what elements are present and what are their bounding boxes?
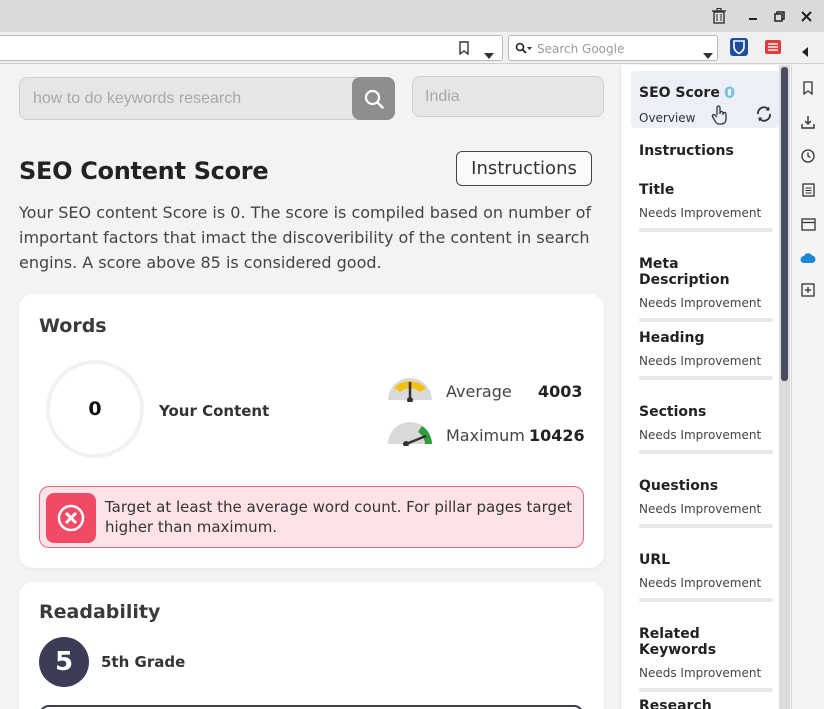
restore-icon[interactable]	[768, 5, 790, 27]
location-input[interactable]: India	[412, 76, 604, 117]
browser-sidebar	[791, 65, 824, 709]
side-item-heading[interactable]: Heading Needs Improvement	[639, 330, 773, 380]
bookmark-star-icon[interactable]	[458, 40, 470, 59]
side-item-status: Needs Improvement	[639, 354, 762, 368]
url-bar[interactable]	[0, 35, 503, 61]
maximum-gauge-icon	[388, 422, 432, 446]
average-value: 4003	[538, 382, 583, 401]
side-item-progress	[639, 228, 773, 232]
extension-icon[interactable]	[764, 38, 782, 56]
side-item-research[interactable]: Research	[639, 698, 773, 709]
cloud-icon[interactable]	[800, 250, 816, 266]
side-instructions-link[interactable]: Instructions	[639, 143, 734, 159]
grade-label: 5th Grade	[101, 653, 186, 671]
readability-card-title: Readability	[39, 601, 161, 623]
keyword-input[interactable]: how to do keywords research	[19, 77, 395, 120]
bookmarks-icon[interactable]	[800, 80, 816, 96]
page-title: SEO Content Score	[19, 157, 269, 185]
side-item-label: Related Keywords	[639, 626, 717, 658]
side-item-progress	[639, 450, 773, 454]
alert-text: Target at least the average word count. …	[105, 498, 573, 536]
side-panel-scrollbar[interactable]	[779, 65, 790, 709]
side-item-label: Questions	[639, 478, 719, 494]
trash-icon[interactable]	[708, 5, 730, 27]
readability-card: Readability 5 5th Grade	[19, 582, 604, 709]
words-card-title: Words	[39, 315, 107, 337]
main-content: how to do keywords research India SEO Co…	[0, 65, 620, 709]
side-item-related-keywords[interactable]: Related Keywords Needs Improvement	[639, 626, 773, 692]
refresh-icon[interactable]	[755, 105, 773, 127]
side-item-label: Title	[639, 182, 675, 198]
side-item-status: Needs Improvement	[639, 428, 762, 442]
search-icon	[364, 89, 384, 109]
overview-link[interactable]: Overview	[639, 111, 696, 125]
side-item-url[interactable]: URL Needs Improvement	[639, 552, 773, 602]
side-item-status: Needs Improvement	[639, 666, 762, 680]
reading-list-icon[interactable]	[800, 182, 816, 198]
word-count-ring: 0	[46, 360, 144, 458]
score-description: Your SEO content Score is 0. The score i…	[19, 203, 592, 272]
password-manager-icon[interactable]	[730, 38, 748, 56]
side-item-label: Heading	[639, 330, 705, 346]
side-item-meta-description[interactable]: Meta Description Needs Improvement	[639, 256, 773, 322]
grade-badge: 5	[39, 637, 89, 687]
search-dropdown-icon[interactable]	[703, 44, 713, 63]
tabs-panel-icon[interactable]	[800, 216, 816, 232]
close-icon[interactable]	[795, 5, 817, 27]
location-input-placeholder: India	[425, 88, 460, 105]
readability-bar	[39, 705, 584, 709]
words-card: Words 0 Your Content Average 4003 Maximu…	[19, 294, 604, 568]
side-item-label: Research	[639, 698, 712, 709]
maximum-value: 10426	[529, 426, 585, 445]
side-item-progress	[639, 376, 773, 380]
side-item-progress	[639, 524, 773, 528]
add-panel-icon[interactable]	[800, 282, 816, 298]
pointer-hand-icon	[711, 105, 729, 129]
side-item-sections[interactable]: Sections Needs Improvement	[639, 404, 773, 454]
side-item-label: Meta Description	[639, 256, 730, 288]
browser-search-bar[interactable]: Search Google	[508, 35, 718, 61]
window-titlebar	[0, 0, 824, 32]
word-count-value: 0	[88, 398, 102, 420]
side-item-status: Needs Improvement	[639, 206, 762, 220]
side-item-questions[interactable]: Questions Needs Improvement	[639, 478, 773, 528]
word-count-alert: Target at least the average word count. …	[39, 486, 584, 548]
browser-toolbar: Search Google	[0, 32, 824, 64]
side-item-status: Needs Improvement	[639, 296, 762, 310]
sidebar-toggle-icon[interactable]	[801, 42, 809, 61]
error-icon	[46, 493, 96, 543]
side-item-progress	[639, 688, 773, 692]
seo-side-panel: SEO Score 0 Overview Instructions Title …	[620, 65, 790, 709]
side-item-label: Sections	[639, 404, 707, 420]
seo-score-header[interactable]: SEO Score 0 Overview	[631, 71, 779, 128]
side-item-progress	[639, 598, 773, 602]
minimize-icon[interactable]	[742, 5, 764, 27]
side-item-progress	[639, 318, 773, 322]
average-label: Average	[446, 382, 512, 401]
keyword-input-placeholder: how to do keywords research	[33, 90, 242, 107]
instructions-button[interactable]: Instructions	[456, 151, 592, 186]
chevron-down-icon[interactable]	[484, 44, 494, 63]
browser-search-placeholder: Search Google	[537, 42, 625, 56]
side-item-status: Needs Improvement	[639, 576, 762, 590]
seo-score-value: 0	[724, 83, 736, 102]
history-icon[interactable]	[800, 148, 816, 164]
side-item-title[interactable]: Title Needs Improvement	[639, 182, 773, 232]
downloads-icon[interactable]	[800, 114, 816, 130]
search-engine-icon[interactable]	[515, 41, 533, 60]
your-content-label: Your Content	[159, 402, 270, 420]
keyword-search-button[interactable]	[352, 77, 395, 120]
maximum-label: Maximum	[446, 426, 525, 445]
side-item-status: Needs Improvement	[639, 502, 762, 516]
side-item-label: URL	[639, 552, 671, 568]
average-gauge-icon	[388, 378, 432, 402]
scrollbar-thumb[interactable]	[781, 67, 788, 381]
seo-score-title: SEO Score	[639, 85, 720, 101]
